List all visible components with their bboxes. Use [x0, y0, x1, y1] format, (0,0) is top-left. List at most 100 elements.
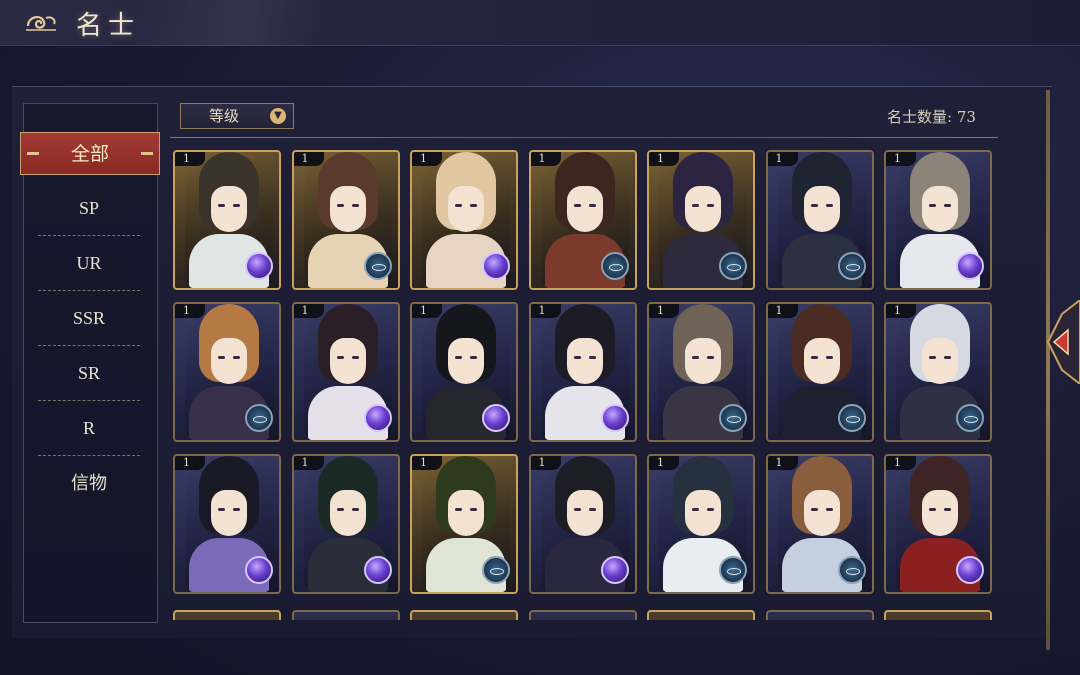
hero-card[interactable]: 1 — [647, 454, 755, 594]
sidebar-item-token[interactable]: 信物 — [38, 463, 140, 503]
spirit-orb-icon — [600, 556, 629, 584]
divider — [38, 345, 140, 346]
hero-card[interactable]: 1 — [410, 150, 518, 290]
spirit-orb-icon — [363, 404, 392, 432]
hero-card[interactable]: 1 — [647, 150, 755, 290]
eye — [944, 356, 951, 359]
hero-card[interactable]: 1 — [173, 150, 281, 290]
sidebar-item-label: SSR — [72, 308, 106, 328]
level-badge: 1 — [767, 304, 798, 318]
hero-card[interactable]: 1 — [173, 454, 281, 594]
eye — [692, 356, 699, 359]
hero-card[interactable] — [884, 610, 992, 620]
hero-card[interactable]: 1 — [647, 302, 755, 442]
spirit-orb-icon — [245, 252, 273, 280]
hero-card[interactable]: 1 — [884, 454, 992, 594]
eye — [810, 204, 818, 207]
eye — [944, 204, 951, 207]
face — [685, 186, 721, 232]
hero-card[interactable]: 1 — [173, 302, 281, 442]
hero-card[interactable] — [291, 610, 400, 620]
divider — [170, 137, 998, 138]
level-badge: 1 — [412, 304, 442, 318]
eye — [810, 508, 818, 511]
hero-card[interactable]: 1 — [765, 454, 874, 594]
cloud-emblem-icon — [26, 16, 56, 31]
eye-emblem-icon — [600, 252, 629, 280]
eye — [825, 508, 833, 511]
sidebar-item-ssr[interactable]: SSR — [38, 298, 140, 346]
level-badge: 1 — [412, 456, 442, 470]
hero-card[interactable] — [410, 610, 518, 620]
eye — [470, 356, 477, 359]
hero-card[interactable]: 1 — [291, 302, 400, 442]
face — [803, 490, 840, 536]
sort-level-dropdown[interactable]: 等级 ▼ — [180, 103, 294, 129]
sidebar-item-r[interactable]: R — [38, 408, 140, 456]
spirit-orb-icon — [482, 252, 510, 280]
hero-card[interactable]: 1 — [765, 150, 874, 290]
eye — [573, 204, 581, 207]
eye — [929, 204, 936, 207]
divider — [38, 290, 140, 291]
eye-emblem-icon — [837, 404, 866, 432]
hero-card[interactable]: 1 — [528, 150, 637, 290]
level-badge: 1 — [412, 152, 442, 166]
hero-card[interactable]: 1 — [410, 302, 518, 442]
hero-card[interactable]: 1 — [528, 302, 637, 442]
hero-card[interactable]: 1 — [291, 150, 400, 290]
eye-emblem-icon — [719, 404, 747, 432]
face — [803, 186, 840, 232]
eye — [351, 356, 359, 359]
eye — [336, 356, 344, 359]
eye — [233, 204, 240, 207]
expand-arrow-icon[interactable] — [1040, 300, 1080, 384]
sidebar-item-all[interactable]: 全部 — [20, 132, 160, 175]
eye — [588, 204, 596, 207]
eye-emblem-icon — [956, 404, 984, 432]
hero-card[interactable] — [173, 610, 281, 620]
hero-card[interactable] — [765, 610, 874, 620]
eye — [233, 356, 240, 359]
sidebar-item-sr[interactable]: SR — [38, 353, 140, 401]
hero-card[interactable]: 1 — [884, 302, 992, 442]
divider — [38, 400, 140, 401]
sidebar-item-label: UR — [76, 253, 102, 273]
level-badge: 1 — [175, 456, 205, 470]
face — [448, 186, 484, 232]
divider — [38, 455, 140, 456]
level-badge: 1 — [530, 304, 561, 318]
sidebar-item-ur[interactable]: UR — [38, 243, 140, 291]
level-badge: 1 — [649, 152, 679, 166]
face — [448, 490, 484, 536]
sidebar-item-sp[interactable]: SP — [38, 188, 140, 236]
header-glow — [140, 0, 400, 46]
eye — [588, 356, 596, 359]
eye — [470, 204, 477, 207]
face — [803, 338, 840, 384]
hero-card[interactable]: 1 — [291, 454, 400, 594]
eye — [470, 508, 477, 511]
level-badge: 1 — [767, 152, 798, 166]
face — [448, 338, 484, 384]
hero-card[interactable] — [647, 610, 755, 620]
eye — [944, 508, 951, 511]
eye — [692, 508, 699, 511]
face — [685, 338, 721, 384]
sidebar-item-label: SP — [78, 198, 100, 218]
hero-card[interactable]: 1 — [410, 454, 518, 594]
hero-card[interactable]: 1 — [528, 454, 637, 594]
face — [211, 186, 247, 232]
eye — [218, 508, 225, 511]
hero-card[interactable]: 1 — [884, 150, 992, 290]
hero-card[interactable]: 1 — [765, 302, 874, 442]
chevron-down-icon: ▼ — [270, 108, 286, 124]
hero-card[interactable] — [528, 610, 637, 620]
eye-emblem-icon — [482, 556, 510, 584]
eye-emblem-icon — [363, 252, 392, 280]
spirit-orb-icon — [956, 556, 984, 584]
level-badge: 1 — [293, 304, 324, 318]
sidebar-item-label: R — [82, 418, 95, 438]
eye — [455, 356, 462, 359]
eye-emblem-icon — [719, 252, 747, 280]
